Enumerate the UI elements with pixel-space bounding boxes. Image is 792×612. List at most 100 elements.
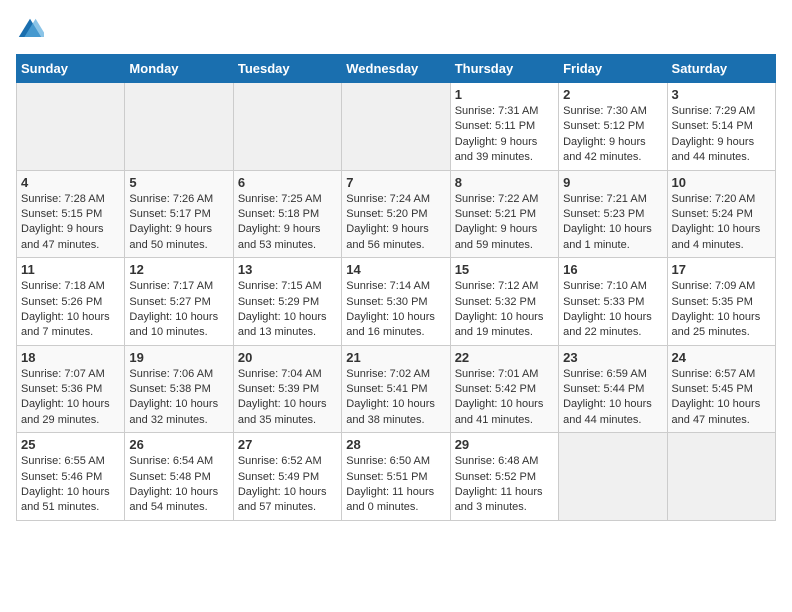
- day-number: 11: [21, 262, 120, 277]
- day-number: 24: [672, 350, 771, 365]
- week-row-4: 25Sunrise: 6:55 AM Sunset: 5:46 PM Dayli…: [17, 433, 776, 521]
- calendar-cell: 5 Sunrise: 7:26 AM Sunset: 5:17 PM Daylig…: [125, 170, 233, 258]
- day-number: 28: [346, 437, 445, 452]
- day-info: Sunrise: 7:07 AM Sunset: 5:36 PM Dayligh…: [21, 367, 120, 429]
- day-number: 13: [238, 262, 337, 277]
- day-number: 22: [455, 350, 554, 365]
- header-tuesday: Tuesday: [233, 55, 341, 83]
- day-info: Sunrise: 6:50 AM Sunset: 5:51 PM Dayligh…: [346, 454, 445, 516]
- day-number: 19: [129, 350, 228, 365]
- header-thursday: Thursday: [450, 55, 558, 83]
- header-monday: Monday: [125, 55, 233, 83]
- calendar-cell: [233, 83, 341, 171]
- calendar-header-row: SundayMondayTuesdayWednesdayThursdayFrid…: [17, 55, 776, 83]
- calendar-cell: 18 Sunrise: 7:07 AM Sunset: 5:36 PM Dayli…: [17, 345, 125, 433]
- calendar-table: SundayMondayTuesdayWednesdayThursdayFrid…: [16, 54, 776, 521]
- calendar-cell: 3 Sunrise: 7:29 AM Sunset: 5:14 PM Daylig…: [667, 83, 775, 171]
- calendar-cell: 13 Sunrise: 7:15 AM Sunset: 5:29 PM Dayli…: [233, 258, 341, 346]
- logo: [16, 16, 48, 44]
- calendar-cell: 27 Sunrise: 6:52 AM Sunset: 5:49 PM Dayli…: [233, 433, 341, 521]
- calendar-cell: 28 Sunrise: 6:50 AM Sunset: 5:51 PM Dayli…: [342, 433, 450, 521]
- day-info: Sunrise: 7:04 AM Sunset: 5:39 PM Dayligh…: [238, 367, 337, 429]
- calendar-cell: [342, 83, 450, 171]
- header-saturday: Saturday: [667, 55, 775, 83]
- day-number: 2: [563, 87, 662, 102]
- day-info: Sunrise: 7:31 AM Sunset: 5:11 PM Dayligh…: [455, 104, 554, 166]
- calendar-cell: 21 Sunrise: 7:02 AM Sunset: 5:41 PM Dayli…: [342, 345, 450, 433]
- day-number: 10: [672, 175, 771, 190]
- calendar-cell: 1 Sunrise: 7:31 AM Sunset: 5:11 PM Daylig…: [450, 83, 558, 171]
- calendar-cell: [667, 433, 775, 521]
- day-info: Sunrise: 7:09 AM Sunset: 5:35 PM Dayligh…: [672, 279, 771, 341]
- calendar-cell: 4 Sunrise: 7:28 AM Sunset: 5:15 PM Daylig…: [17, 170, 125, 258]
- day-number: 6: [238, 175, 337, 190]
- calendar-cell: 24 Sunrise: 6:57 AM Sunset: 5:45 PM Dayli…: [667, 345, 775, 433]
- day-number: 9: [563, 175, 662, 190]
- day-number: 21: [346, 350, 445, 365]
- day-info: Sunrise: 7:02 AM Sunset: 5:41 PM Dayligh…: [346, 367, 445, 429]
- day-info: Sunrise: 7:12 AM Sunset: 5:32 PM Dayligh…: [455, 279, 554, 341]
- calendar-cell: 9 Sunrise: 7:21 AM Sunset: 5:23 PM Daylig…: [559, 170, 667, 258]
- day-info: Sunrise: 7:10 AM Sunset: 5:33 PM Dayligh…: [563, 279, 662, 341]
- calendar-cell: 12 Sunrise: 7:17 AM Sunset: 5:27 PM Dayli…: [125, 258, 233, 346]
- day-number: 17: [672, 262, 771, 277]
- logo-icon: [16, 16, 44, 44]
- day-info: Sunrise: 6:48 AM Sunset: 5:52 PM Dayligh…: [455, 454, 554, 516]
- day-info: Sunrise: 6:57 AM Sunset: 5:45 PM Dayligh…: [672, 367, 771, 429]
- calendar-cell: 26 Sunrise: 6:54 AM Sunset: 5:48 PM Dayli…: [125, 433, 233, 521]
- day-number: 1: [455, 87, 554, 102]
- calendar-cell: 10Sunrise: 7:20 AM Sunset: 5:24 PM Dayli…: [667, 170, 775, 258]
- day-number: 14: [346, 262, 445, 277]
- day-info: Sunrise: 7:06 AM Sunset: 5:38 PM Dayligh…: [129, 367, 228, 429]
- header-friday: Friday: [559, 55, 667, 83]
- day-number: 7: [346, 175, 445, 190]
- day-number: 23: [563, 350, 662, 365]
- day-info: Sunrise: 7:17 AM Sunset: 5:27 PM Dayligh…: [129, 279, 228, 341]
- day-number: 15: [455, 262, 554, 277]
- day-info: Sunrise: 7:29 AM Sunset: 5:14 PM Dayligh…: [672, 104, 771, 166]
- week-row-0: 1 Sunrise: 7:31 AM Sunset: 5:11 PM Daylig…: [17, 83, 776, 171]
- calendar-cell: 17 Sunrise: 7:09 AM Sunset: 5:35 PM Dayli…: [667, 258, 775, 346]
- day-number: 4: [21, 175, 120, 190]
- week-row-1: 4 Sunrise: 7:28 AM Sunset: 5:15 PM Daylig…: [17, 170, 776, 258]
- day-info: Sunrise: 6:52 AM Sunset: 5:49 PM Dayligh…: [238, 454, 337, 516]
- day-number: 27: [238, 437, 337, 452]
- calendar-cell: 15 Sunrise: 7:12 AM Sunset: 5:32 PM Dayli…: [450, 258, 558, 346]
- day-info: Sunrise: 6:54 AM Sunset: 5:48 PM Dayligh…: [129, 454, 228, 516]
- day-info: Sunrise: 7:25 AM Sunset: 5:18 PM Dayligh…: [238, 192, 337, 254]
- calendar-cell: 2 Sunrise: 7:30 AM Sunset: 5:12 PM Daylig…: [559, 83, 667, 171]
- day-info: Sunrise: 7:18 AM Sunset: 5:26 PM Dayligh…: [21, 279, 120, 341]
- day-number: 18: [21, 350, 120, 365]
- calendar-cell: 16Sunrise: 7:10 AM Sunset: 5:33 PM Dayli…: [559, 258, 667, 346]
- calendar-cell: 14Sunrise: 7:14 AM Sunset: 5:30 PM Dayli…: [342, 258, 450, 346]
- calendar-cell: [125, 83, 233, 171]
- day-number: 5: [129, 175, 228, 190]
- header-wednesday: Wednesday: [342, 55, 450, 83]
- calendar-cell: 23Sunrise: 6:59 AM Sunset: 5:44 PM Dayli…: [559, 345, 667, 433]
- day-info: Sunrise: 7:21 AM Sunset: 5:23 PM Dayligh…: [563, 192, 662, 254]
- week-row-2: 11 Sunrise: 7:18 AM Sunset: 5:26 PM Dayli…: [17, 258, 776, 346]
- day-number: 25: [21, 437, 120, 452]
- calendar-cell: 22Sunrise: 7:01 AM Sunset: 5:42 PM Dayli…: [450, 345, 558, 433]
- day-info: Sunrise: 7:24 AM Sunset: 5:20 PM Dayligh…: [346, 192, 445, 254]
- day-number: 12: [129, 262, 228, 277]
- calendar-cell: 20Sunrise: 7:04 AM Sunset: 5:39 PM Dayli…: [233, 345, 341, 433]
- calendar-cell: 19 Sunrise: 7:06 AM Sunset: 5:38 PM Dayli…: [125, 345, 233, 433]
- week-row-3: 18 Sunrise: 7:07 AM Sunset: 5:36 PM Dayli…: [17, 345, 776, 433]
- day-info: Sunrise: 7:30 AM Sunset: 5:12 PM Dayligh…: [563, 104, 662, 166]
- calendar-cell: [559, 433, 667, 521]
- calendar-cell: 11 Sunrise: 7:18 AM Sunset: 5:26 PM Dayli…: [17, 258, 125, 346]
- calendar-cell: 25Sunrise: 6:55 AM Sunset: 5:46 PM Dayli…: [17, 433, 125, 521]
- calendar-cell: 8Sunrise: 7:22 AM Sunset: 5:21 PM Daylig…: [450, 170, 558, 258]
- day-info: Sunrise: 7:26 AM Sunset: 5:17 PM Dayligh…: [129, 192, 228, 254]
- day-number: 26: [129, 437, 228, 452]
- calendar-cell: 7 Sunrise: 7:24 AM Sunset: 5:20 PM Daylig…: [342, 170, 450, 258]
- day-info: Sunrise: 7:15 AM Sunset: 5:29 PM Dayligh…: [238, 279, 337, 341]
- day-number: 29: [455, 437, 554, 452]
- day-info: Sunrise: 7:28 AM Sunset: 5:15 PM Dayligh…: [21, 192, 120, 254]
- calendar-cell: 29 Sunrise: 6:48 AM Sunset: 5:52 PM Dayli…: [450, 433, 558, 521]
- header-sunday: Sunday: [17, 55, 125, 83]
- day-number: 3: [672, 87, 771, 102]
- day-number: 8: [455, 175, 554, 190]
- page-header: [16, 16, 776, 44]
